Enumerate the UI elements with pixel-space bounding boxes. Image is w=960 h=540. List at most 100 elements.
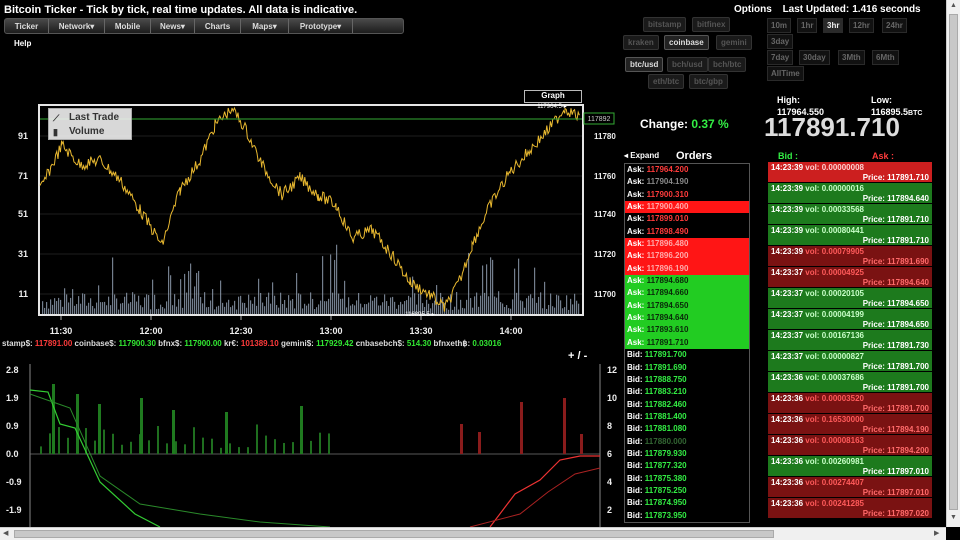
- ask-order-row[interactable]: Ask: 117900.400: [625, 201, 749, 214]
- scroll-right-icon[interactable]: ▶: [934, 529, 939, 537]
- volume-bar: [480, 295, 482, 314]
- horizontal-scrollbar[interactable]: ◀ ▶: [0, 527, 946, 540]
- timeframe-alltime[interactable]: AllTime: [767, 66, 804, 81]
- timeframe-12hr[interactable]: 12hr: [849, 18, 874, 33]
- order-side-label: Bid:: [627, 498, 645, 508]
- timeframe-24hr[interactable]: 24hr: [882, 18, 907, 33]
- ask-order-row[interactable]: Ask: 117904.190: [625, 176, 749, 188]
- expand-orders-button[interactable]: ◂ Expand: [624, 151, 659, 160]
- trade-volume: vol: 0.00008163: [805, 436, 864, 445]
- order-price: 117881.080: [644, 424, 687, 434]
- timeframe-3day[interactable]: 3day: [767, 34, 794, 49]
- volume-bar: [554, 307, 556, 314]
- ask-order-row[interactable]: Ask: 117894.660: [625, 287, 749, 300]
- depth-bid-bar: [229, 443, 231, 454]
- ask-order-row[interactable]: Ask: 117896.200: [625, 250, 749, 263]
- right-tick-label: 11760: [594, 172, 616, 181]
- bid-order-row[interactable]: Bid: 117875.250: [625, 485, 749, 497]
- volume-bar: [100, 302, 102, 314]
- timeframe-3mth[interactable]: 3Mth: [838, 50, 865, 65]
- volume-bar: [108, 296, 110, 314]
- bid-order-row[interactable]: Bid: 117875.380: [625, 473, 749, 485]
- volume-bar: [452, 309, 454, 314]
- volume-bar: [226, 302, 228, 314]
- ask-order-row[interactable]: Ask: 117964.200: [625, 164, 749, 176]
- bid-order-row[interactable]: Bid: 117888.750: [625, 374, 749, 386]
- trade-time-volume: 14:23:37 vol: 0.00004199: [771, 310, 864, 319]
- bid-order-row[interactable]: Bid: 117874.950: [625, 497, 749, 509]
- ask-order-row[interactable]: Ask: 117896.190: [625, 262, 749, 276]
- volume-bar: [330, 254, 332, 314]
- price-chart[interactable]: 91 71 51 31 11 11780 11760 11740 11720 11700 11:30…: [0, 0, 620, 340]
- ask-order-row[interactable]: Ask: 117900.310: [625, 189, 749, 201]
- bid-order-row[interactable]: Bid: 117881.080: [625, 423, 749, 435]
- bid-order-row[interactable]: Bid: 117879.930: [625, 448, 749, 460]
- trade-row: 14:23:37 vol: 0.00004199 Price: 117894.65…: [768, 309, 932, 330]
- timeframe-10m[interactable]: 10m: [767, 18, 792, 33]
- depth-left-tick: -1.9: [6, 505, 22, 515]
- trade-row: 14:23:36 vol: 0.16530000 Price: 117894.19…: [768, 414, 932, 435]
- horizontal-scroll-thumb[interactable]: [14, 530, 774, 538]
- options-link[interactable]: Options: [734, 4, 772, 15]
- bid-order-row[interactable]: Bid: 117880.000: [625, 436, 749, 448]
- timeframe-7day[interactable]: 7day: [767, 50, 794, 65]
- legend-last-trade[interactable]: ⟋ Last Trade: [53, 111, 127, 125]
- ask-order-row[interactable]: Ask: 117899.010: [625, 213, 749, 225]
- volume-bar: [42, 301, 44, 314]
- scroll-down-icon[interactable]: ▼: [950, 514, 957, 521]
- trade-row: 14:23:37 vol: 0.00020105 Price: 117894.65…: [768, 288, 932, 309]
- exchange-kraken[interactable]: kraken: [623, 35, 659, 50]
- exchange-coinbase[interactable]: coinbase: [664, 35, 709, 50]
- exchange-bitstamp[interactable]: bitstamp: [643, 17, 687, 32]
- pair-bch-usd[interactable]: bch/usd: [667, 57, 708, 72]
- bid-order-row[interactable]: Bid: 117891.700: [625, 349, 749, 361]
- pair-eth-btc[interactable]: eth/btc: [648, 74, 685, 89]
- bid-order-row[interactable]: Bid: 117877.320: [625, 460, 749, 472]
- vertical-scrollbar[interactable]: ▲ ▼: [946, 0, 960, 527]
- vertical-scroll-thumb[interactable]: [949, 14, 958, 510]
- bid-order-row[interactable]: Bid: 117883.210: [625, 386, 749, 398]
- ask-order-row[interactable]: Ask: 117894.650: [625, 299, 749, 313]
- order-side-label: Bid:: [627, 448, 645, 458]
- ask-order-row[interactable]: Ask: 117891.710: [625, 336, 749, 350]
- volume-bar: [470, 298, 472, 314]
- timeframe-1hr[interactable]: 1hr: [797, 18, 818, 33]
- depth-bid-bar: [112, 433, 114, 454]
- ask-order-row[interactable]: Ask: 117894.680: [625, 275, 749, 288]
- volume-bar: [86, 305, 88, 314]
- change-value: 0.37 %: [691, 117, 729, 131]
- timeframe-6mth[interactable]: 6Mth: [872, 50, 899, 65]
- exchange-gemini[interactable]: gemini: [716, 35, 752, 50]
- bid-order-row[interactable]: Bid: 117891.690: [625, 362, 749, 374]
- volume-bar: [316, 307, 318, 314]
- ask-order-row[interactable]: Ask: 117898.490: [625, 226, 749, 238]
- exchange-bitfinex[interactable]: bitfinex: [692, 17, 731, 32]
- ask-order-row[interactable]: Ask: 117894.640: [625, 312, 749, 325]
- volume-bar: [520, 300, 522, 314]
- bid-order-row[interactable]: Bid: 117881.400: [625, 411, 749, 423]
- depth-right-tick: 6: [607, 449, 612, 459]
- ticker-value: 117929.42: [316, 339, 354, 348]
- scroll-left-icon[interactable]: ◀: [3, 529, 8, 537]
- pair-bch-btc[interactable]: bch/btc: [708, 57, 747, 72]
- zoom-plus-minus[interactable]: + / -: [568, 350, 587, 362]
- timeframe-30day[interactable]: 30day: [799, 50, 830, 65]
- high-marker-label: 117964.5-▸: [537, 104, 567, 110]
- volume-bar: [268, 292, 270, 314]
- pair-btc-usd[interactable]: btc/usd: [625, 57, 664, 72]
- legend-volume[interactable]: ▮ Volume: [53, 125, 127, 139]
- volume-bar: [82, 293, 84, 314]
- bid-order-row[interactable]: Bid: 117873.950: [625, 510, 749, 522]
- pair-btc-gbp[interactable]: btc/gbp: [689, 74, 728, 89]
- scroll-up-icon[interactable]: ▲: [950, 2, 957, 9]
- order-price: 117879.930: [644, 448, 687, 458]
- depth-bid-bar: [103, 429, 105, 454]
- ask-order-row[interactable]: Ask: 117893.610: [625, 324, 749, 337]
- volume-bar: [264, 306, 266, 314]
- ask-order-row[interactable]: Ask: 117896.480: [625, 238, 749, 251]
- volume-bar: [180, 279, 182, 314]
- timeframe-3hr[interactable]: 3hr: [823, 18, 844, 33]
- trade-row: 14:23:39 vol: 0.00080441 Price: 117891.71…: [768, 225, 932, 246]
- volume-bar: [488, 296, 490, 314]
- bid-order-row[interactable]: Bid: 117882.460: [625, 399, 749, 411]
